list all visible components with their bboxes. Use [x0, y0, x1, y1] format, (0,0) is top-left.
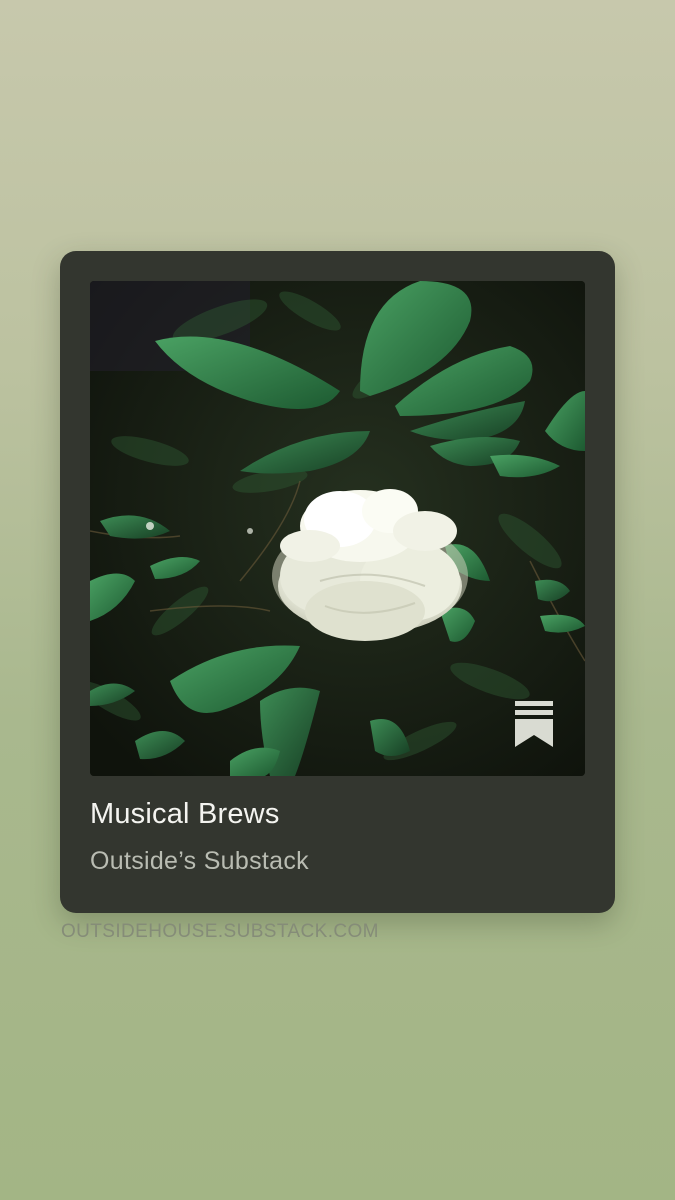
substack-logo-icon: [515, 701, 553, 747]
publication-card[interactable]: Musical Brews Outside’s Substack: [60, 251, 615, 913]
publication-title: Musical Brews: [90, 798, 280, 830]
publication-subtitle: Outside’s Substack: [90, 847, 309, 875]
flower-photo: [90, 281, 585, 776]
cover-artwork[interactable]: [90, 281, 585, 776]
publication-domain-link[interactable]: OUTSIDEHOUSE.SUBSTACK.COM: [61, 921, 379, 943]
